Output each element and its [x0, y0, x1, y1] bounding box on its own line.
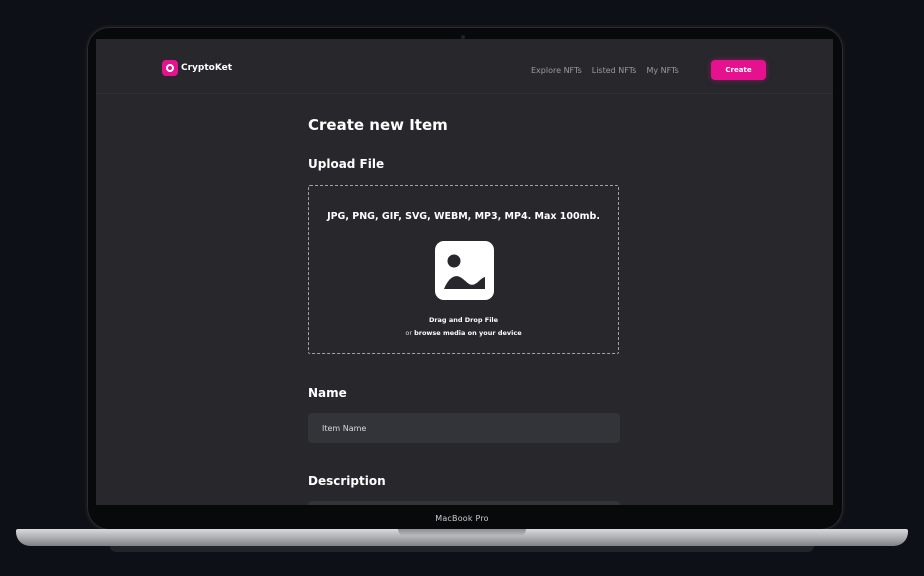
nav-link-listed[interactable]: Listed NFTs: [592, 66, 637, 75]
app-screen: CryptoKet Explore NFTs Listed NFTs My NF…: [96, 39, 833, 505]
description-heading: Description: [308, 474, 386, 488]
item-name-input[interactable]: [308, 413, 620, 443]
upload-dropzone[interactable]: JPG, PNG, GIF, SVG, WEBM, MP3, MP4. Max …: [308, 185, 619, 354]
upload-formats: JPG, PNG, GIF, SVG, WEBM, MP3, MP4. Max …: [327, 211, 600, 222]
browse-media-link[interactable]: browse media on your device: [414, 329, 522, 337]
nav-links: Explore NFTs Listed NFTs My NFTs: [531, 66, 679, 75]
laptop-notch: [398, 529, 526, 536]
page-title: Create new Item: [308, 116, 448, 134]
brand-logo[interactable]: CryptoKet: [162, 60, 232, 76]
browse-prefix: or: [405, 329, 413, 337]
nav-link-explore[interactable]: Explore NFTs: [531, 66, 582, 75]
device-label: MacBook Pro: [435, 514, 489, 523]
image-icon: [435, 241, 494, 300]
logo-icon: [162, 60, 178, 76]
description-input[interactable]: [308, 501, 620, 505]
browse-text: or browse media on your device: [309, 329, 618, 337]
drag-drop-text: Drag and Drop File: [428, 316, 499, 324]
create-button[interactable]: Create: [711, 60, 766, 80]
upload-heading: Upload File: [308, 157, 385, 171]
navbar: CryptoKet Explore NFTs Listed NFTs My NF…: [96, 39, 833, 94]
nav-link-my-nfts[interactable]: My NFTs: [646, 66, 678, 75]
laptop-foot: [110, 546, 814, 552]
brand-name: CryptoKet: [181, 63, 233, 73]
name-heading: Name: [308, 386, 347, 400]
